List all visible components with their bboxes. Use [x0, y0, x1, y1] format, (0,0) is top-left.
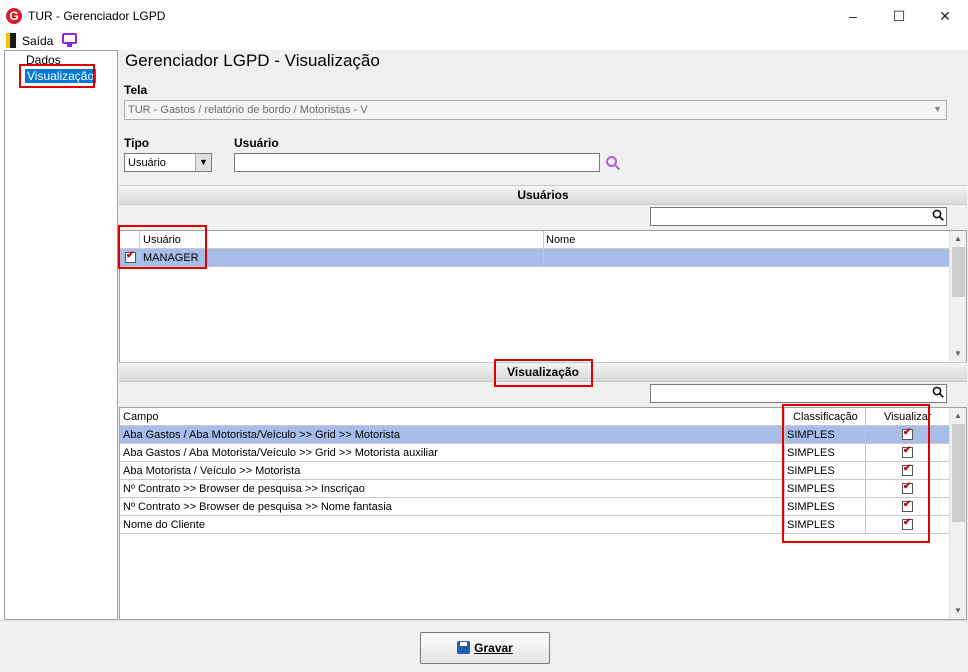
usuario-label: Usuário: [234, 136, 279, 150]
cell-campo: Nº Contrato >> Browser de pesquisa >> In…: [123, 483, 365, 495]
maximize-button[interactable]: ☐: [876, 0, 922, 32]
monitor-stand-icon: [67, 44, 72, 47]
users-grid-header: Usuário Nome: [120, 231, 949, 249]
highlight-box: [118, 225, 207, 269]
column-header-campo[interactable]: Campo: [123, 411, 158, 423]
cell-campo: Nº Contrato >> Browser de pesquisa >> No…: [123, 501, 392, 513]
cell-campo: Aba Gastos / Aba Motorista/Veículo >> Gr…: [123, 447, 438, 459]
page-title: Gerenciador LGPD - Visualização: [125, 51, 380, 70]
cell-campo: Aba Gastos / Aba Motorista/Veículo >> Gr…: [123, 429, 400, 441]
column-divider: [543, 249, 544, 267]
exit-door-icon[interactable]: [6, 33, 16, 48]
cell-campo: Aba Motorista / Veículo >> Motorista: [123, 465, 301, 477]
menu-bar: [0, 32, 968, 50]
users-grid: Usuário Nome MANAGER ▲ ▼: [119, 230, 967, 363]
navigation-tree: [4, 50, 118, 620]
users-section-title: Usuários: [517, 188, 569, 202]
tipo-value: Usuário: [128, 157, 166, 169]
highlight-box: [782, 404, 930, 543]
tela-value: TUR - Gastos / relatório de bordo / Moto…: [128, 104, 368, 116]
search-icon[interactable]: [932, 386, 944, 398]
users-search-input[interactable]: [650, 207, 947, 226]
highlight-box: [19, 64, 95, 88]
search-icon[interactable]: [605, 155, 621, 171]
app-logo-icon: G: [6, 8, 22, 24]
save-button-label: Gravar: [474, 641, 513, 655]
tela-select[interactable]: TUR - Gastos / relatório de bordo / Moto…: [124, 100, 947, 120]
scroll-down-icon[interactable]: ▼: [954, 349, 962, 358]
view-vertical-scrollbar[interactable]: ▲ ▼: [949, 408, 966, 619]
table-row[interactable]: MANAGER: [120, 249, 949, 267]
scrollbar-thumb[interactable]: [952, 247, 965, 297]
chevron-down-icon[interactable]: ▼: [195, 154, 211, 171]
column-header-nome[interactable]: Nome: [546, 234, 575, 246]
monitor-icon[interactable]: [62, 33, 77, 44]
scroll-up-icon[interactable]: ▲: [954, 234, 962, 243]
search-icon[interactable]: [932, 209, 944, 221]
save-button[interactable]: Gravar: [420, 632, 550, 664]
minimize-button[interactable]: –: [830, 0, 876, 32]
close-button[interactable]: ✕: [922, 0, 968, 32]
window-title: TUR - Gerenciador LGPD: [28, 9, 166, 23]
scrollbar-thumb[interactable]: [952, 424, 965, 522]
tipo-select[interactable]: Usuário ▼: [124, 153, 212, 172]
users-vertical-scrollbar[interactable]: ▲ ▼: [949, 231, 966, 362]
chevron-down-icon: ▼: [933, 104, 942, 114]
highlight-box: [494, 359, 593, 387]
exit-menu-item[interactable]: Saída: [22, 34, 53, 48]
floppy-disk-icon: [457, 641, 471, 654]
users-section-header: Usuários: [119, 185, 967, 205]
cell-campo: Nome do Cliente: [123, 519, 205, 531]
scroll-down-icon[interactable]: ▼: [954, 606, 962, 615]
view-search-input[interactable]: [650, 384, 947, 403]
scroll-up-icon[interactable]: ▲: [954, 411, 962, 420]
tela-label: Tela: [124, 83, 148, 97]
usuario-input[interactable]: [234, 153, 600, 172]
column-divider: [543, 231, 544, 249]
tipo-label: Tipo: [124, 136, 150, 150]
